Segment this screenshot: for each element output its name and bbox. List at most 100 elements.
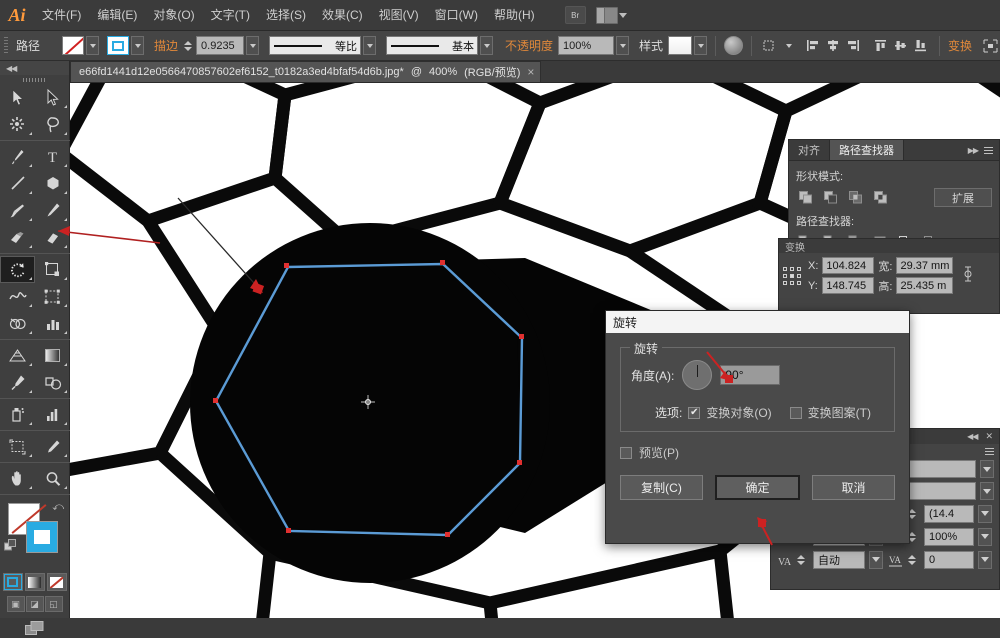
stroke-weight-input[interactable]: 0.9235 [196,36,244,55]
double-arrow-icon[interactable]: ◀◀ [967,432,977,441]
select-similar-icon[interactable] [760,36,780,55]
select-similar-dropdown-arrow[interactable] [782,36,795,55]
x-input[interactable]: 104.824 [822,257,874,274]
tracking-input[interactable]: 0 [924,551,974,569]
leading-dropdown-arrow[interactable] [978,505,992,523]
horizontal-scale-input[interactable]: 100% [924,528,974,546]
font-family-dropdown-arrow[interactable] [980,460,994,478]
isolate-selection-icon[interactable] [980,36,1000,55]
pencil-tool[interactable] [35,197,70,224]
angle-dial[interactable] [682,360,712,390]
rotate-tool[interactable] [0,256,35,283]
paintbrush-tool[interactable] [0,197,35,224]
direct-selection-tool[interactable] [35,84,70,111]
menu-object[interactable]: 对象(O) [145,0,202,31]
menu-window[interactable]: 窗口(W) [427,0,486,31]
tools-panel-grip[interactable] [0,75,69,84]
draw-behind-icon[interactable]: ◪ [26,596,44,612]
menu-help[interactable]: 帮助(H) [486,0,543,31]
swap-fill-stroke-icon[interactable]: ⤺ [52,501,64,514]
color-mode-color-icon[interactable] [3,573,23,591]
angle-input[interactable]: 90° [720,365,780,385]
opacity-input[interactable]: 100% [558,36,614,55]
panel-menu-icon[interactable] [985,448,994,455]
align-center-vertical-icon[interactable] [891,36,911,55]
y-input[interactable]: 148.745 [822,277,874,294]
stroke-dropdown-arrow[interactable] [131,36,144,55]
free-transform-tool[interactable] [35,283,70,310]
control-bar-grip[interactable] [4,37,8,55]
font-style-dropdown-arrow[interactable] [980,482,994,500]
document-tab[interactable]: e66fd1441d12e0566470857602ef6152_t0182a3… [70,61,541,82]
recolor-artwork-icon[interactable] [724,36,743,55]
minus-front-icon[interactable] [821,188,841,207]
fill-dropdown-arrow[interactable] [86,36,99,55]
tracking-stepper[interactable] [908,550,919,569]
height-input[interactable]: 25.435 m [896,277,953,294]
artboard-tool[interactable] [0,433,35,460]
eyedropper-tool[interactable] [0,369,35,396]
magic-wand-tool[interactable] [0,111,35,138]
blend-tool[interactable] [35,369,70,396]
tools-panel-collapse[interactable]: ◀◀ [0,61,69,75]
brush-definition-select[interactable]: 基本 [386,36,478,55]
double-arrow-icon[interactable]: ▶▶ [968,146,978,155]
width-input[interactable]: 29.37 mm [896,257,953,274]
close-icon[interactable]: ✕ [985,431,993,442]
transform-button[interactable]: 变换 [948,37,972,54]
stroke-swatch[interactable] [107,36,129,55]
kerning-input[interactable]: 自动 [813,551,865,569]
exclude-icon[interactable] [871,188,891,207]
graph-tool[interactable] [35,401,70,428]
copy-button[interactable]: 复制(C) [620,475,703,500]
blob-brush-tool[interactable] [0,224,35,251]
brush-definition-dropdown-arrow[interactable] [480,36,493,55]
transform-panel-tab[interactable]: 变换 [779,239,999,253]
stroke-color-swatch[interactable] [26,521,58,553]
reference-point-selector[interactable] [783,267,801,285]
graphic-style-swatch[interactable] [668,36,692,55]
width-tool[interactable] [0,283,35,310]
leading-input[interactable]: (14.4 [924,505,974,523]
default-fill-stroke-icon[interactable] [4,539,17,555]
draw-inside-icon[interactable]: ◱ [45,596,63,612]
align-center-horizontal-icon[interactable] [823,36,843,55]
align-top-icon[interactable] [871,36,891,55]
zoom-tool[interactable] [35,465,70,492]
menu-type[interactable]: 文字(T) [203,0,258,31]
kerning-dropdown-arrow[interactable] [869,551,883,569]
ok-button[interactable]: 确定 [715,475,800,500]
column-graph-tool[interactable] [35,310,70,337]
style-dropdown-arrow[interactable] [694,36,707,55]
draw-normal-icon[interactable]: ▣ [7,596,25,612]
kerning-stepper[interactable] [797,550,808,569]
horizontal-scale-dropdown-arrow[interactable] [978,528,992,546]
menu-view[interactable]: 视图(V) [371,0,427,31]
change-screen-mode-icon[interactable] [22,618,48,638]
close-icon[interactable]: × [527,66,534,78]
symbol-sprayer-tool[interactable] [0,401,35,428]
align-right-icon[interactable] [843,36,863,55]
stroke-profile-dropdown-arrow[interactable] [363,36,376,55]
shape-tool[interactable] [35,170,70,197]
hand-tool[interactable] [0,465,35,492]
type-tool[interactable]: T [35,143,70,170]
align-bottom-icon[interactable] [911,36,931,55]
shape-builder-tool[interactable] [0,310,35,337]
fill-swatch[interactable] [62,36,84,55]
line-segment-tool[interactable] [0,170,35,197]
menu-file[interactable]: 文件(F) [34,0,89,31]
transform-object-checkbox[interactable] [688,407,700,419]
lasso-tool[interactable] [35,111,70,138]
align-left-icon[interactable] [803,36,823,55]
scale-tool[interactable] [35,256,70,283]
tab-pathfinder[interactable]: 路径查找器 [830,140,904,160]
perspective-grid-tool[interactable] [0,342,35,369]
cancel-button[interactable]: 取消 [812,475,895,500]
menu-edit[interactable]: 编辑(E) [89,0,145,31]
pen-tool[interactable] [0,143,35,170]
tab-align[interactable]: 对齐 [789,140,830,160]
selection-tool[interactable] [0,84,35,111]
menu-effect[interactable]: 效果(C) [314,0,371,31]
preview-checkbox[interactable] [620,447,632,459]
